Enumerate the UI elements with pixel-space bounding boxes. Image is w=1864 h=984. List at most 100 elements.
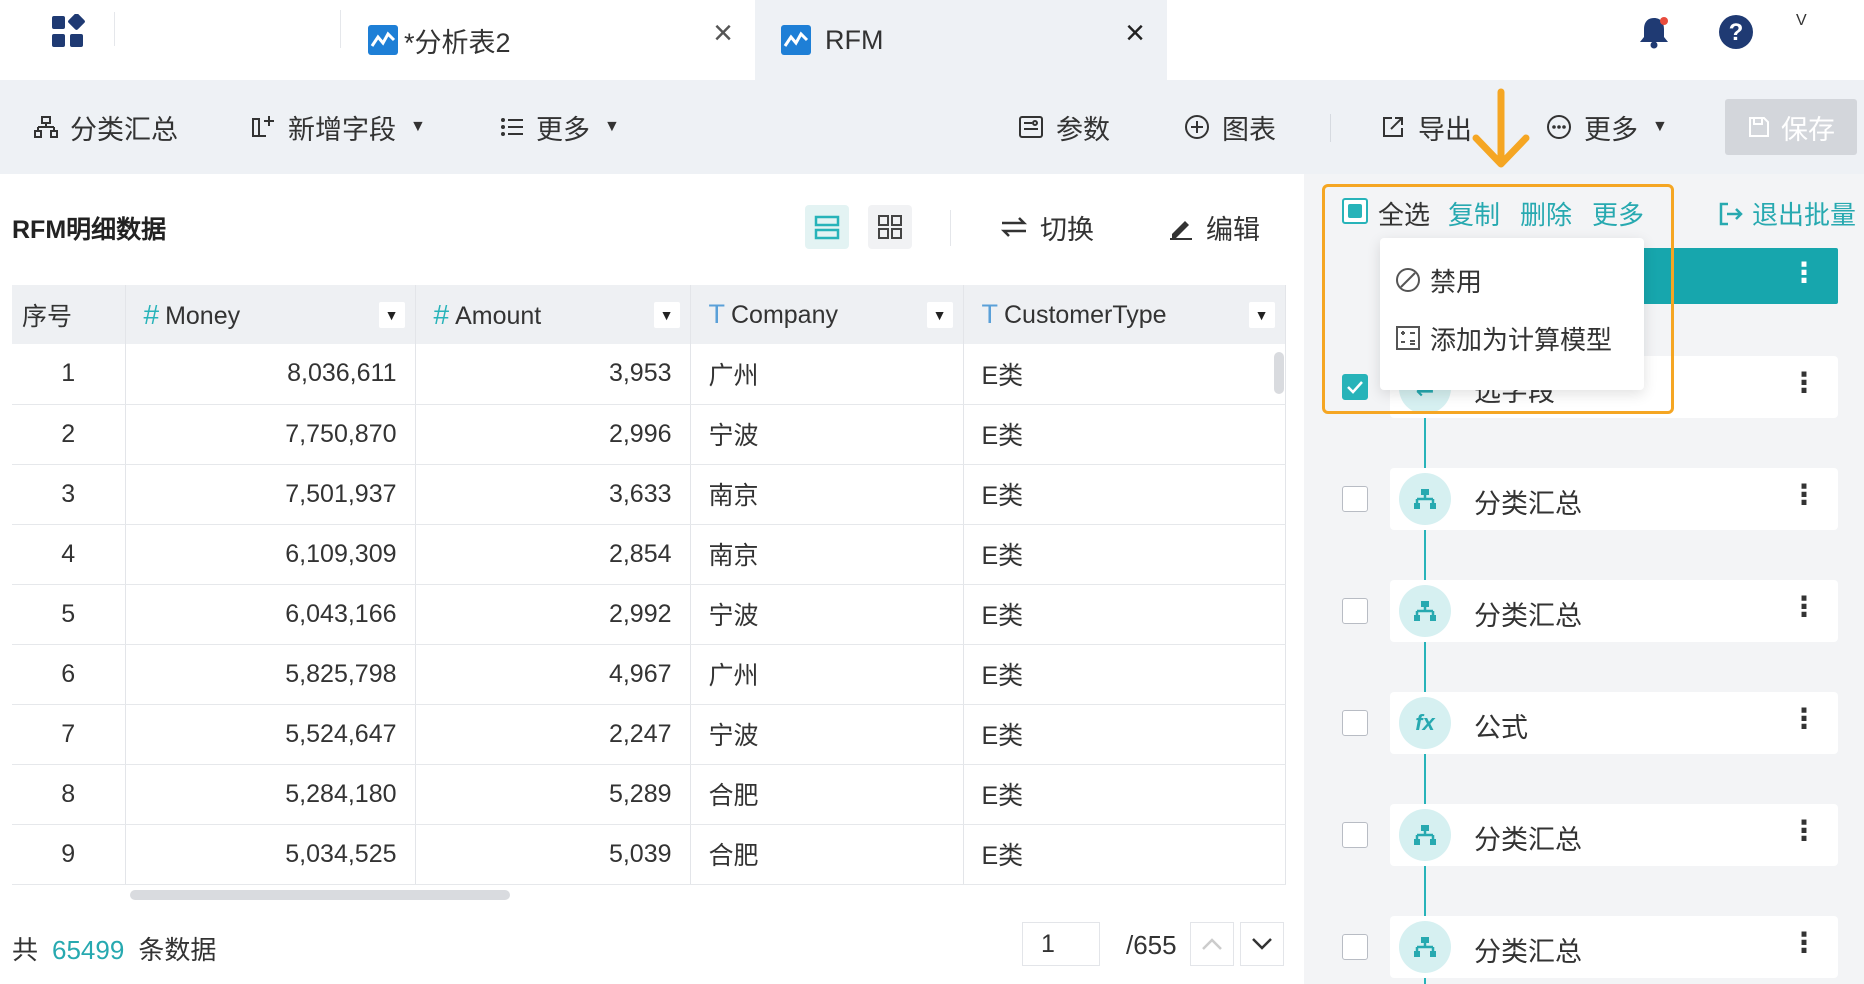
table-row[interactable]: 4 6,109,309 2,854 南京 E类: [12, 524, 1286, 585]
group-summary-button[interactable]: 分类汇总: [34, 80, 178, 174]
chart-button[interactable]: 图表: [1184, 80, 1276, 174]
horizontal-scrollbar[interactable]: [130, 890, 510, 900]
page-down-button[interactable]: [1240, 922, 1284, 966]
add-field-button[interactable]: 新增字段 ▼: [250, 80, 426, 174]
cell-customertype[interactable]: E类: [963, 764, 1286, 825]
step-checkbox[interactable]: [1342, 486, 1368, 512]
help-icon[interactable]: ?: [1716, 12, 1756, 52]
step-item-group-summary[interactable]: 分类汇总 ⋮: [1390, 804, 1838, 866]
more-vertical-icon[interactable]: ⋮: [1790, 366, 1818, 399]
cell-index[interactable]: 8: [12, 764, 126, 825]
save-button[interactable]: 保存: [1725, 99, 1857, 155]
cell-amount[interactable]: 2,996: [415, 404, 691, 465]
step-item-group-summary[interactable]: 分类汇总 ⋮: [1390, 468, 1838, 530]
app-menu-icon[interactable]: [50, 14, 86, 50]
column-header-index[interactable]: 序号: [12, 285, 126, 344]
cell-money[interactable]: 8,036,611: [125, 344, 416, 405]
cell-index[interactable]: 1: [12, 344, 126, 405]
grid-view-button[interactable]: [868, 205, 912, 249]
cell-customertype[interactable]: E类: [963, 524, 1286, 585]
cell-amount[interactable]: 3,953: [415, 344, 691, 405]
more-vertical-icon[interactable]: ⋮: [1790, 478, 1818, 511]
cell-money[interactable]: 6,043,166: [125, 584, 416, 645]
cell-amount[interactable]: 3,633: [415, 464, 691, 525]
step-item-group-summary[interactable]: 分类汇总 ⋮: [1390, 916, 1838, 978]
more-vertical-icon[interactable]: ⋮: [1790, 814, 1818, 847]
cell-index[interactable]: 2: [12, 404, 126, 465]
cell-amount[interactable]: 2,854: [415, 524, 691, 585]
cell-company[interactable]: 广州: [690, 644, 964, 705]
cell-customertype[interactable]: E类: [963, 644, 1286, 705]
close-icon[interactable]: ×: [1125, 14, 1145, 53]
cell-customertype[interactable]: E类: [963, 404, 1286, 465]
cell-customertype[interactable]: E类: [963, 704, 1286, 765]
close-icon[interactable]: ×: [713, 14, 733, 53]
more-left-button[interactable]: 更多 ▼: [500, 80, 620, 174]
cell-company[interactable]: 合肥: [690, 824, 964, 885]
caret-down-icon[interactable]: ▼: [653, 302, 680, 328]
cell-customertype[interactable]: E类: [963, 344, 1286, 405]
column-header-company[interactable]: T Company ▼: [690, 285, 964, 344]
column-header-amount[interactable]: # Amount ▼: [415, 285, 691, 344]
column-header-customertype[interactable]: T CustomerType ▼: [963, 285, 1286, 344]
cell-company[interactable]: 宁波: [690, 404, 964, 465]
cell-index[interactable]: 5: [12, 584, 126, 645]
cell-amount[interactable]: 2,992: [415, 584, 691, 645]
cell-money[interactable]: 5,284,180: [125, 764, 416, 825]
cell-company[interactable]: 南京: [690, 464, 964, 525]
table-row[interactable]: 6 5,825,798 4,967 广州 E类: [12, 644, 1286, 705]
cell-amount[interactable]: 5,289: [415, 764, 691, 825]
cell-index[interactable]: 4: [12, 524, 126, 585]
cell-company[interactable]: 广州: [690, 344, 964, 405]
table-row[interactable]: 9 5,034,525 5,039 合肥 E类: [12, 824, 1286, 885]
table-row[interactable]: 5 6,043,166 2,992 宁波 E类: [12, 584, 1286, 645]
more-right-button[interactable]: 更多 ▼: [1546, 80, 1668, 174]
more-vertical-icon[interactable]: ⋮: [1790, 256, 1818, 289]
column-header-money[interactable]: # Money ▼: [125, 285, 416, 344]
cell-amount[interactable]: 2,247: [415, 704, 691, 765]
cell-money[interactable]: 6,109,309: [125, 524, 416, 585]
edit-button[interactable]: 编辑: [1168, 205, 1260, 249]
more-vertical-icon[interactable]: ⋮: [1790, 702, 1818, 735]
switch-button[interactable]: 切换: [1000, 205, 1094, 249]
caret-down-icon[interactable]: ▼: [1248, 302, 1275, 328]
table-row[interactable]: 1 8,036,611 3,953 广州 E类: [12, 344, 1286, 405]
step-checkbox[interactable]: [1342, 822, 1368, 848]
step-checkbox[interactable]: [1342, 598, 1368, 624]
table-row[interactable]: 7 5,524,647 2,247 宁波 E类: [12, 704, 1286, 765]
cell-customertype[interactable]: E类: [963, 824, 1286, 885]
cell-customertype[interactable]: E类: [963, 464, 1286, 525]
caret-down-icon[interactable]: ▼: [926, 302, 953, 328]
bell-icon[interactable]: [1634, 12, 1674, 52]
vertical-scrollbar[interactable]: [1274, 352, 1284, 394]
exit-batch-button[interactable]: 退出批量: [1718, 195, 1856, 232]
page-up-button[interactable]: [1190, 922, 1234, 966]
cell-index[interactable]: 6: [12, 644, 126, 705]
more-vertical-icon[interactable]: ⋮: [1790, 590, 1818, 623]
table-row[interactable]: 2 7,750,870 2,996 宁波 E类: [12, 404, 1286, 465]
page-input[interactable]: 1: [1022, 922, 1100, 966]
avatar[interactable]: V: [1796, 12, 1807, 30]
export-button[interactable]: 导出: [1380, 80, 1472, 174]
table-row[interactable]: 3 7,501,937 3,633 南京 E类: [12, 464, 1286, 525]
caret-down-icon[interactable]: ▼: [378, 302, 405, 328]
step-checkbox[interactable]: [1342, 934, 1368, 960]
cell-company[interactable]: 南京: [690, 524, 964, 585]
cell-amount[interactable]: 5,039: [415, 824, 691, 885]
step-item-formula[interactable]: 公式 ⋮: [1390, 692, 1838, 754]
tab-analysis2[interactable]: *分析表2 ×: [340, 0, 755, 80]
cell-company[interactable]: 合肥: [690, 764, 964, 825]
cell-money[interactable]: 7,750,870: [125, 404, 416, 465]
cell-money[interactable]: 5,825,798: [125, 644, 416, 705]
cell-customertype[interactable]: E类: [963, 584, 1286, 645]
cell-index[interactable]: 9: [12, 824, 126, 885]
cell-money[interactable]: 5,524,647: [125, 704, 416, 765]
step-checkbox[interactable]: [1342, 710, 1368, 736]
more-vertical-icon[interactable]: ⋮: [1790, 926, 1818, 959]
table-row[interactable]: 8 5,284,180 5,289 合肥 E类: [12, 764, 1286, 825]
list-view-button[interactable]: [805, 205, 849, 249]
cell-money[interactable]: 5,034,525: [125, 824, 416, 885]
cell-amount[interactable]: 4,967: [415, 644, 691, 705]
step-item-group-summary[interactable]: 分类汇总 ⋮: [1390, 580, 1838, 642]
params-button[interactable]: 参数: [1018, 80, 1110, 174]
